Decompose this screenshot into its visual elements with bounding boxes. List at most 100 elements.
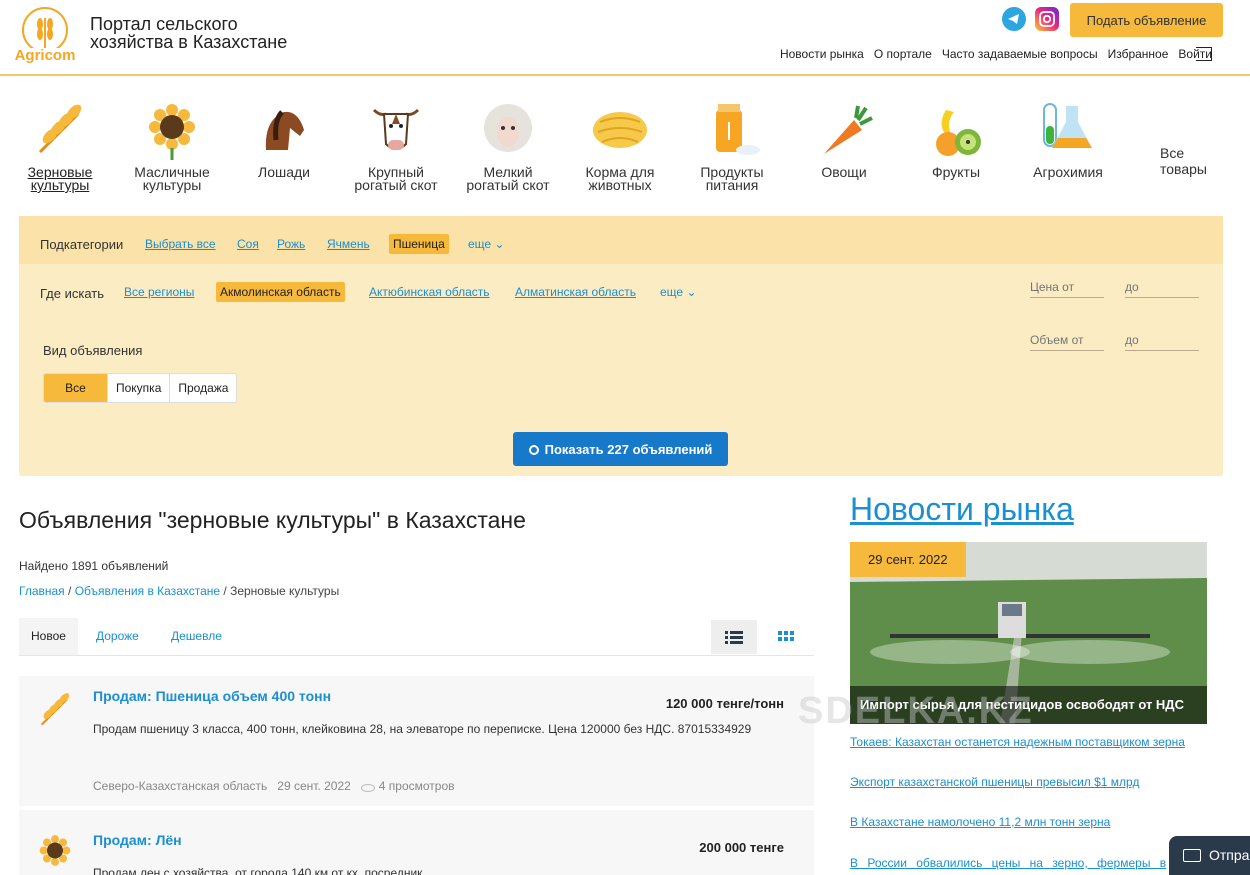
category-agrochemistry[interactable]: Агрохимия: [1018, 100, 1118, 179]
filter-panel: Подкатегории Выбрать все Соя Рожь Ячмень…: [19, 216, 1223, 476]
logo-text: Agricom: [14, 47, 76, 64]
region-almaty[interactable]: Алматинская область: [515, 285, 636, 299]
horse-icon: [254, 100, 314, 160]
region-aktobe[interactable]: Актюбинская область: [369, 285, 490, 299]
category-label: Мелкий рогатый скот: [466, 164, 550, 193]
instagram-icon[interactable]: [1035, 7, 1059, 31]
category-feed[interactable]: Корма для животных: [570, 100, 670, 192]
breadcrumb-ads[interactable]: Объявления в Казахстане: [75, 584, 220, 598]
listing-card[interactable]: Продам: Лён 200 000 тенге Продам лен с х…: [19, 810, 814, 875]
category-label: Зерновые культуры: [27, 164, 93, 193]
price-to-input[interactable]: [1125, 276, 1199, 298]
telegram-icon[interactable]: [1002, 7, 1026, 31]
wheat-icon: [35, 690, 75, 735]
watermark: SDELKA.KZ: [798, 690, 1034, 732]
category-fruits[interactable]: Фрукты: [906, 100, 1006, 179]
category-bar: Зерновые культуры Масличные культуры Лош…: [18, 100, 1228, 210]
more-label: еще: [660, 285, 684, 299]
listing-price: 120 000 тенге/тонн: [665, 696, 784, 711]
search-icon: [528, 444, 539, 455]
views-count: 4 просмотров: [378, 779, 455, 793]
category-food[interactable]: Продукты питания: [682, 100, 782, 192]
show-results-button[interactable]: Показать 227 объявлений: [513, 432, 728, 466]
category-label: Лошади: [258, 164, 310, 180]
cow-icon: [366, 100, 426, 160]
category-small-livestock[interactable]: Мелкий рогатый скот: [458, 100, 558, 192]
subcat-barley[interactable]: Ячмень: [327, 237, 370, 251]
breadcrumb-home[interactable]: Главная: [19, 584, 65, 598]
envelope-icon: [1183, 849, 1201, 862]
volume-to-input[interactable]: [1125, 329, 1199, 351]
subcat-soy[interactable]: Соя: [237, 237, 259, 251]
listing-description: Продам лен с хозяйства, от города 140 км…: [93, 866, 423, 875]
sort-newest[interactable]: Новое: [19, 618, 78, 655]
eye-icon: [360, 784, 375, 792]
region-all[interactable]: Все регионы: [124, 285, 194, 299]
where-label: Где искать: [40, 286, 105, 301]
breadcrumb: Главная / Объявления в Казахстане / Зерн…: [19, 584, 340, 598]
category-label: Овощи: [821, 164, 867, 180]
subcategory-label: Подкатегории: [40, 237, 124, 252]
ad-type-sell[interactable]: Продажа: [170, 374, 236, 402]
ad-type-toggle: Все Покупка Продажа: [43, 373, 238, 403]
subcat-rye[interactable]: Рожь: [277, 237, 305, 251]
category-label: Масличные культуры: [134, 164, 210, 193]
site-header: Agricom Портал сельского хозяйства в Каз…: [0, 0, 1250, 76]
sort-bar: Новое Дороже Дешевле: [19, 618, 814, 656]
nav-about[interactable]: О портале: [874, 47, 932, 61]
fruits-icon: [926, 100, 986, 160]
sort-expensive[interactable]: Дороже: [84, 618, 151, 655]
flask-icon: [1038, 100, 1098, 160]
list-view-button[interactable]: [711, 620, 757, 654]
chevron-down-icon: ⌄: [494, 237, 505, 251]
news-heading[interactable]: Новости рынка: [850, 491, 1074, 528]
nav-faq[interactable]: Часто задаваемые вопросы: [942, 47, 1098, 61]
page-title: Объявления "зерновые культуры" в Казахст…: [19, 507, 526, 533]
category-label: Корма для животных: [585, 164, 655, 193]
news-link[interactable]: Токаев: Казахстан останется надежным пос…: [850, 735, 1210, 749]
listing-views: 4 просмотров: [360, 779, 455, 793]
grid-view-button[interactable]: [763, 620, 809, 654]
nav-market-news[interactable]: Новости рынка: [780, 47, 864, 61]
volume-from-input[interactable]: [1030, 329, 1104, 351]
send-message-button[interactable]: Отпра: [1169, 836, 1250, 875]
subcat-more[interactable]: еще ⌄: [468, 237, 505, 251]
site-title: Портал сельского хозяйства в Казахстане: [90, 14, 288, 52]
region-more[interactable]: еще ⌄: [660, 285, 697, 299]
subcat-select-all[interactable]: Выбрать все: [145, 237, 216, 251]
ad-type-buy[interactable]: Покупка: [108, 374, 171, 402]
agricom-logo[interactable]: Agricom: [10, 6, 80, 64]
ad-type-all[interactable]: Все: [44, 374, 108, 402]
listing-title[interactable]: Продам: Пшеница объем 400 тонн: [93, 688, 331, 704]
category-grain[interactable]: Зерновые культуры: [10, 100, 110, 192]
show-results-label: Показать 227 объявлений: [544, 441, 713, 457]
region-akmola-selected[interactable]: Акмолинская область: [216, 282, 345, 302]
sheep-icon: [478, 100, 538, 160]
category-vegetables[interactable]: Овощи: [794, 100, 894, 179]
all-goods-link[interactable]: Все товары: [1160, 145, 1228, 177]
send-label: Отпра: [1209, 847, 1250, 863]
sunflower-icon: [35, 830, 75, 875]
listing-meta: Северо-Казахстанская область 29 сент. 20…: [93, 779, 455, 793]
price-from-input[interactable]: [1030, 276, 1104, 298]
news-link[interactable]: В России обвалились цены на зерно, ферме…: [850, 856, 1210, 870]
hay-bale-icon: [590, 100, 650, 160]
sort-cheap[interactable]: Дешевле: [159, 618, 234, 655]
category-horses[interactable]: Лошади: [234, 100, 334, 179]
category-cattle[interactable]: Крупный рогатый скот: [346, 100, 446, 192]
news-link[interactable]: Экспорт казахстанской пшеницы превысил $…: [850, 775, 1210, 789]
breadcrumb-current: Зерновые культуры: [230, 584, 340, 598]
subcat-wheat-selected[interactable]: Пшеница: [389, 234, 449, 254]
news-link[interactable]: В Казахстане намолочено 11,2 млн тонн зе…: [850, 815, 1210, 829]
listing-region: Северо-Казахстанская область: [93, 779, 268, 793]
category-oilseeds[interactable]: Масличные культуры: [122, 100, 222, 192]
wheat-icon: [30, 100, 90, 160]
login-icon[interactable]: [1196, 47, 1212, 61]
listing-card[interactable]: Продам: Пшеница объем 400 тонн 120 000 т…: [19, 676, 814, 806]
post-ad-button[interactable]: Подать объявление: [1070, 3, 1223, 37]
listing-title[interactable]: Продам: Лён: [93, 832, 182, 848]
listing-description: Продам пшеницу 3 класса, 400 тонн, клейк…: [93, 722, 752, 736]
more-label: еще: [468, 237, 492, 251]
nav-favorites[interactable]: Избранное: [1108, 47, 1169, 61]
category-label: Агрохимия: [1033, 164, 1103, 180]
